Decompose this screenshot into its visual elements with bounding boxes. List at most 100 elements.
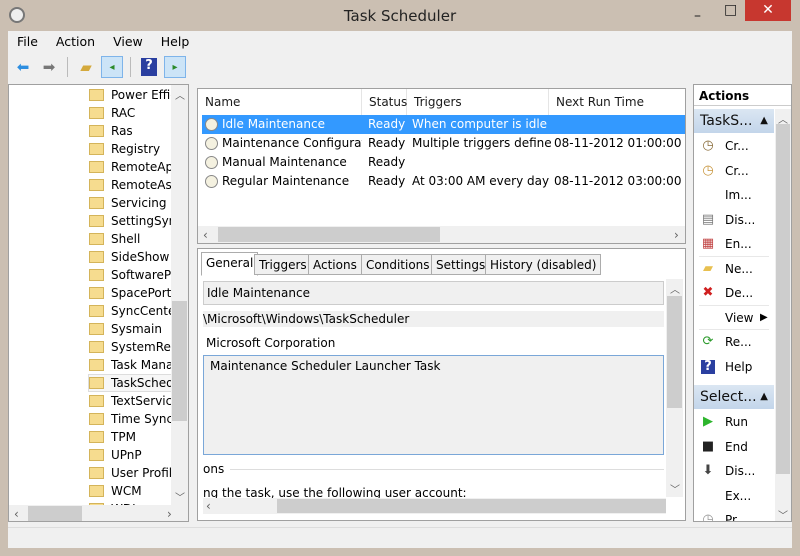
tab-triggers[interactable]: Triggers [254, 254, 312, 275]
folder-icon [89, 359, 104, 371]
tab-history[interactable]: History (disabled) [485, 254, 602, 275]
up-folder-icon[interactable]: ▰ [75, 56, 97, 78]
tree-item-label: Servicing [111, 196, 167, 210]
task-row[interactable]: Maintenance Configurat... Ready Multiple t… [202, 134, 685, 153]
menu-action[interactable]: Action [47, 32, 104, 52]
tree-item[interactable]: TextService [89, 392, 179, 410]
tab-conditions[interactable]: Conditions [361, 254, 435, 275]
tree-item[interactable]: SideShow [89, 248, 179, 266]
forward-arrow-icon[interactable]: ➡ [38, 56, 60, 78]
tree-item[interactable]: Shell [89, 230, 179, 248]
action-item[interactable]: Run [725, 412, 748, 432]
task-list-hscroll-thumb[interactable] [218, 227, 440, 242]
action-item[interactable]: Dis... [725, 461, 755, 481]
toolbar: ⬅ ➡ ▰ ◂ ? ▸ [8, 54, 186, 80]
action-item[interactable]: End [725, 437, 748, 457]
scroll-up-arrow-icon[interactable]: ︿ [175, 87, 185, 102]
scroll-down-arrow-icon[interactable]: ﹀ [175, 489, 185, 504]
menu-help[interactable]: Help [152, 32, 199, 52]
tree-item[interactable]: WCM [89, 482, 179, 500]
task-name-field[interactable]: Idle Maintenance [203, 281, 664, 305]
menu-view[interactable]: View [104, 32, 152, 52]
action-item[interactable]: En... [725, 234, 752, 254]
scroll-up-arrow-icon[interactable]: ︿ [670, 281, 680, 296]
task-row[interactable]: Idle Maintenance Ready When computer is id… [202, 115, 685, 134]
tree-item[interactable]: SystemRest [89, 338, 179, 356]
column-header-next-run-time[interactable]: Next Run Time [549, 89, 685, 115]
action-item[interactable]: View [725, 308, 753, 328]
scroll-left-arrow-icon[interactable]: ‹ [14, 507, 19, 521]
column-header-name[interactable]: Name [198, 89, 362, 115]
tree-item[interactable]: TaskSchedu [88, 374, 178, 392]
task-triggers: Multiple triggers defined [412, 136, 552, 150]
scroll-down-arrow-icon[interactable]: ﹀ [670, 481, 680, 496]
tree-item[interactable]: Time Synch [89, 410, 179, 428]
actions-section-header[interactable]: TaskS... ▲ [694, 109, 774, 133]
show-hide-console-tree-icon[interactable]: ◂ [101, 56, 123, 78]
tree-item[interactable]: RemoteApp [89, 158, 179, 176]
column-header-triggers[interactable]: Triggers [407, 89, 549, 115]
tree-item[interactable]: User Profile [89, 464, 179, 482]
tree-item[interactable]: Registry [89, 140, 179, 158]
maximize-button[interactable]: □ [724, 2, 737, 18]
close-button[interactable]: ✕ [745, 0, 791, 21]
task-description-field[interactable]: Maintenance Scheduler Launcher Task [203, 355, 664, 455]
details-scroll-thumb[interactable] [667, 296, 682, 408]
tree-item[interactable]: TPM [89, 428, 179, 446]
folder-icon [89, 485, 104, 497]
tree-horizontal-scrollbar[interactable]: ‹ › [9, 505, 188, 521]
task-row[interactable]: Manual Maintenance Ready [202, 153, 685, 172]
back-arrow-icon[interactable]: ⬅ [12, 56, 34, 78]
action-item[interactable]: Re... [725, 332, 752, 352]
scroll-left-arrow-icon[interactable]: ‹ [206, 499, 211, 513]
action-item[interactable]: Ex... [725, 486, 751, 506]
tree-item[interactable]: Ras [89, 122, 179, 140]
task-list-horizontal-scrollbar[interactable]: ‹ › [198, 226, 685, 243]
tree-item[interactable]: Task Manag [89, 356, 179, 374]
actions-scroll-thumb[interactable] [776, 124, 790, 474]
tree-item[interactable]: SettingSync [89, 212, 179, 230]
tree-item[interactable]: UPnP [89, 446, 179, 464]
tree-vertical-scrollbar[interactable]: ︿ ﹀ [171, 85, 188, 505]
tree-scroll-thumb[interactable] [172, 301, 187, 421]
tree-item[interactable]: Power Effic [89, 86, 179, 104]
tree-hscroll-thumb[interactable] [28, 506, 82, 521]
tree-item[interactable]: SoftwarePro [89, 266, 179, 284]
details-horizontal-scrollbar[interactable]: ‹ [203, 498, 666, 514]
tab-general[interactable]: General [201, 252, 259, 276]
action-item[interactable]: De... [725, 283, 753, 303]
details-vertical-scrollbar[interactable]: ︿ ﹀ [666, 279, 683, 497]
tab-actions[interactable]: Actions [308, 254, 362, 275]
task-status: Ready [368, 136, 406, 150]
actions-vertical-scrollbar[interactable]: ︿ ﹀ [775, 109, 791, 521]
action-item[interactable]: Ne... [725, 259, 753, 279]
action-item[interactable]: Pr... [725, 510, 747, 521]
action-item[interactable]: Cr... [725, 161, 749, 181]
action-item[interactable]: Im... [725, 185, 752, 205]
minimize-button[interactable]: – [694, 8, 701, 24]
column-header-status[interactable]: Status [362, 89, 407, 115]
actions-section-header[interactable]: Select... ▲ [694, 385, 774, 409]
menu-file[interactable]: File [8, 32, 47, 52]
action-item[interactable]: Cr... [725, 136, 749, 156]
tab-settings[interactable]: Settings [431, 254, 491, 275]
action-item[interactable]: Dis... [725, 210, 755, 230]
tree-item[interactable]: SpacePort [89, 284, 179, 302]
tree-item-label: SpacePort [111, 286, 172, 300]
tree-item[interactable]: SyncCenter [89, 302, 179, 320]
help-icon[interactable]: ? [138, 56, 160, 78]
details-hscroll-thumb[interactable] [277, 499, 666, 513]
show-hide-action-pane-icon[interactable]: ▸ [164, 56, 186, 78]
scroll-right-arrow-icon[interactable]: › [674, 228, 679, 242]
tree-item[interactable]: RemoteAss [89, 176, 179, 194]
scroll-down-arrow-icon[interactable]: ﹀ [778, 507, 788, 521]
action-item[interactable]: Help [725, 357, 752, 377]
scroll-right-arrow-icon[interactable]: › [167, 507, 172, 521]
task-row[interactable]: Regular Maintenance Ready At 03:00 AM ever… [202, 172, 685, 191]
scroll-left-arrow-icon[interactable]: ‹ [203, 228, 208, 242]
tree-item[interactable]: RAC [89, 104, 179, 122]
tree-item[interactable]: Sysmain [89, 320, 179, 338]
tree-item-label: Sysmain [111, 322, 162, 336]
tree-item-label: SettingSync [111, 214, 179, 228]
tree-item[interactable]: Servicing [89, 194, 179, 212]
